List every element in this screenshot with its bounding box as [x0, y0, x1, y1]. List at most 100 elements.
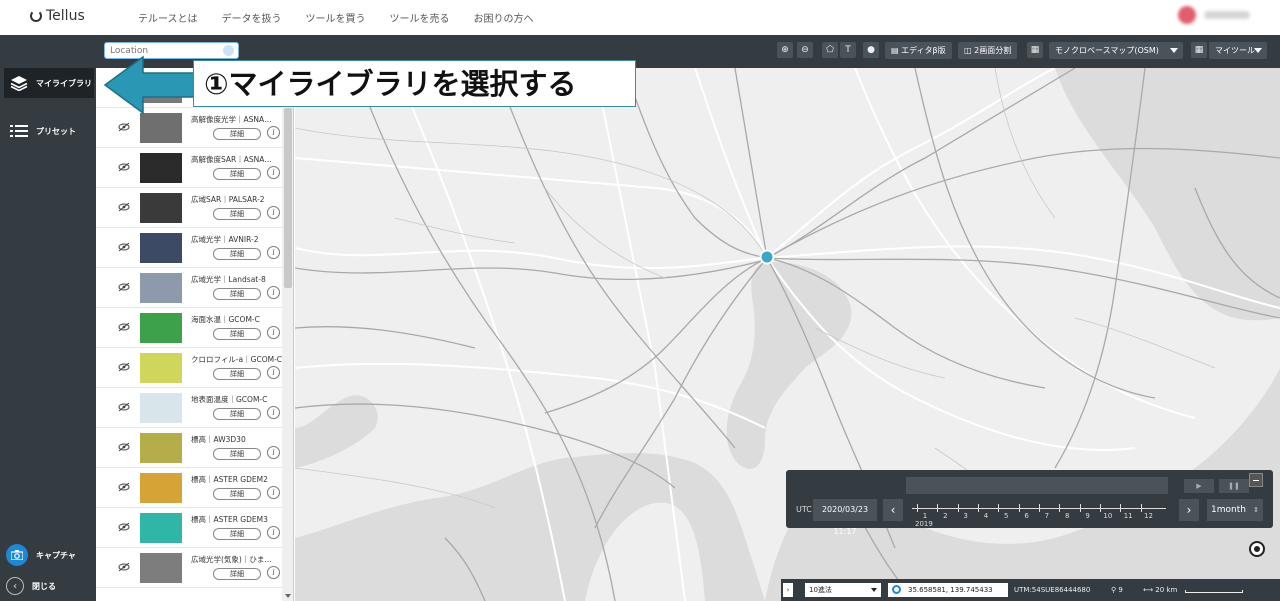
nav-link-about[interactable]: テルースとは: [138, 10, 198, 25]
eye-slash-icon[interactable]: [118, 402, 130, 412]
grid-icon[interactable]: ▦: [1027, 42, 1043, 58]
nav-link-sell-tools[interactable]: ツールを売る: [390, 10, 450, 25]
layer-row[interactable]: 海面水温｜GCOM-C 詳細 i: [96, 308, 282, 348]
info-icon[interactable]: i: [267, 366, 280, 379]
timeline-month-label: 4: [983, 512, 989, 520]
capture-button[interactable]: キャプチャ: [6, 544, 94, 566]
eye-slash-icon[interactable]: [118, 522, 130, 532]
user-menu[interactable]: [1178, 6, 1250, 24]
sidebar-item-preset[interactable]: プリセット: [4, 116, 94, 146]
layer-thumbnail: [140, 433, 182, 463]
close-sidebar-button[interactable]: ‹ 閉じる: [6, 577, 94, 595]
timeline-bar[interactable]: [906, 477, 1168, 494]
layer-detail-button[interactable]: 詳細: [213, 248, 261, 260]
timeline-prev-button[interactable]: ‹: [883, 499, 903, 521]
pause-icon[interactable]: ❚❚: [1219, 479, 1249, 493]
layer-detail-button[interactable]: 詳細: [213, 208, 261, 220]
logo-icon: [30, 10, 42, 22]
timeline-tick: [957, 504, 959, 512]
layer-panel: 高解像度光学｜SLATS詳細i高解像度光学｜ASNA…詳細i高解像度SAR｜AS…: [96, 68, 294, 601]
eye-slash-icon[interactable]: [118, 242, 130, 252]
layer-detail-button[interactable]: 詳細: [213, 408, 261, 420]
layer-detail-button[interactable]: 詳細: [213, 568, 261, 580]
chevron-right-icon[interactable]: ›: [783, 583, 793, 597]
layer-row[interactable]: 標高｜ASTER GDEM2 詳細 i: [96, 468, 282, 508]
play-icon[interactable]: ▶: [1184, 479, 1214, 493]
nav-link-data[interactable]: データを扱う: [222, 10, 282, 25]
layer-row[interactable]: 地表面温度｜GCOM-C 詳細 i: [96, 388, 282, 428]
layer-thumbnail: [140, 233, 182, 263]
timeline-tick: [1140, 504, 1142, 512]
layer-detail-button[interactable]: 詳細: [213, 488, 261, 500]
layer-detail-button[interactable]: 詳細: [213, 288, 261, 300]
info-icon[interactable]: i: [267, 126, 280, 139]
layer-row[interactable]: 広域SAR｜PALSAR-2 詳細 i: [96, 188, 282, 228]
coordinate-field[interactable]: 35.658581, 139.745433: [888, 583, 1008, 597]
timeline-month-label: 3: [963, 512, 968, 520]
eye-slash-icon[interactable]: [118, 162, 130, 172]
layer-row[interactable]: 広域光学(気象)｜ひま… 詳細 i: [96, 548, 282, 588]
eye-slash-icon[interactable]: [118, 322, 130, 332]
polygon-icon[interactable]: ⬠: [822, 42, 838, 58]
editor-button[interactable]: ▤ エディタβ版: [885, 42, 952, 59]
sidebar-item-mylibrary[interactable]: マイライブラリ: [4, 68, 94, 98]
text-icon[interactable]: T: [840, 42, 856, 58]
layer-detail-button[interactable]: 詳細: [213, 168, 261, 180]
eye-slash-icon[interactable]: [118, 562, 130, 572]
timeline-step-select[interactable]: 1month ⇕: [1207, 499, 1263, 521]
eye-slash-icon[interactable]: [118, 282, 130, 292]
eye-slash-icon[interactable]: [118, 122, 130, 132]
info-icon[interactable]: i: [267, 566, 280, 579]
info-icon[interactable]: i: [267, 406, 280, 419]
nav-link-help[interactable]: お困りの方へ: [474, 10, 534, 25]
info-icon[interactable]: i: [267, 286, 280, 299]
layer-detail-button[interactable]: 詳細: [213, 528, 261, 540]
layer-row[interactable]: クロロフィル-a｜GCOM-C 詳細 i: [96, 348, 282, 388]
zoom-in-icon[interactable]: ⊕: [777, 42, 793, 58]
info-icon[interactable]: i: [267, 326, 280, 339]
timeline-datetime[interactable]: 2020/03/23 11:17: [813, 499, 877, 536]
scroll-down-icon[interactable]: [285, 594, 291, 598]
layer-row[interactable]: 標高｜AW3D30 詳細 i: [96, 428, 282, 468]
compass-icon[interactable]: [1249, 541, 1265, 557]
info-icon[interactable]: i: [267, 486, 280, 499]
layer-detail-button[interactable]: 詳細: [213, 128, 261, 140]
tellus-logo[interactable]: Tellus: [30, 8, 85, 24]
timeline-scale[interactable]: 2019 1 2 3 4 5 6 7 8 9 10 11 12: [912, 502, 1168, 528]
timeline-next-button[interactable]: ›: [1179, 499, 1199, 521]
layer-detail-button[interactable]: 詳細: [213, 368, 261, 380]
editor-label: エディタβ版: [901, 46, 946, 55]
coordinate-format-select[interactable]: 10進法: [805, 583, 881, 597]
layer-detail-button[interactable]: 詳細: [213, 328, 261, 340]
layer-row[interactable]: 広域光学｜AVNIR-2 詳細 i: [96, 228, 282, 268]
split-screen-button[interactable]: ◫ 2画面分割: [958, 42, 1018, 59]
nav-link-buy-tools[interactable]: ツールを買う: [306, 10, 366, 25]
layer-detail-button[interactable]: 詳細: [213, 448, 261, 460]
mytool-select[interactable]: マイツール: [1209, 42, 1267, 59]
basemap-select[interactable]: モノクロベースマップ(OSM): [1049, 42, 1183, 59]
search-icon[interactable]: [223, 45, 234, 56]
nav-links: テルースとは データを扱う ツールを買う ツールを売る お困りの方へ: [138, 10, 534, 25]
info-icon[interactable]: i: [267, 446, 280, 459]
eye-slash-icon[interactable]: [118, 482, 130, 492]
eye-slash-icon[interactable]: [118, 202, 130, 212]
info-icon[interactable]: i: [267, 166, 280, 179]
zoom-out-icon[interactable]: ⊖: [797, 42, 813, 58]
layer-row[interactable]: 広域光学｜Landsat-8 詳細 i: [96, 268, 282, 308]
location-marker[interactable]: [759, 249, 775, 265]
apps-icon[interactable]: ▦: [1191, 42, 1207, 58]
info-icon[interactable]: i: [267, 206, 280, 219]
layer-row[interactable]: 標高｜ASTER GDEM3 詳細 i: [96, 508, 282, 548]
scrollbar[interactable]: [282, 68, 293, 601]
layer-row[interactable]: 高解像度SAR｜ASNA… 詳細 i: [96, 148, 282, 188]
info-icon[interactable]: i: [267, 246, 280, 259]
scrollbar-thumb[interactable]: [284, 108, 292, 288]
timeline-month-label: 7: [1044, 512, 1050, 520]
timeline-panel: ▶ ❚❚ UTC 2020/03/23 11:17 ‹ 2019 1234567…: [786, 470, 1273, 536]
eye-slash-icon[interactable]: [118, 362, 130, 372]
eye-slash-icon[interactable]: [118, 442, 130, 452]
info-icon[interactable]: i: [267, 526, 280, 539]
minimize-icon[interactable]: [1249, 473, 1263, 487]
avatar[interactable]: [1178, 6, 1196, 24]
pin-icon[interactable]: ●: [863, 42, 879, 58]
